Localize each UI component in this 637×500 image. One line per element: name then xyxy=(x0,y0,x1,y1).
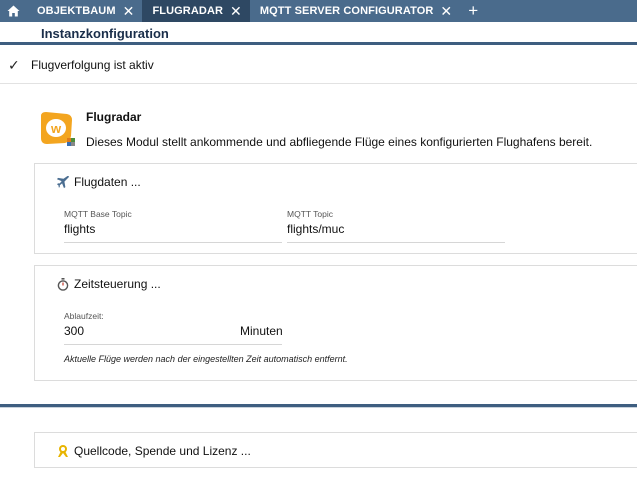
zeitsteuerung-panel: Zeitsteuerung ... Ablaufzeit: 300 Minute… xyxy=(34,265,637,381)
module-description: Dieses Modul stellt ankommende und abfli… xyxy=(86,135,593,149)
ablaufzeit-note: Aktuelle Flüge werden nach der eingestel… xyxy=(64,354,348,364)
add-tab-button[interactable]: + xyxy=(460,0,486,22)
airplane-icon xyxy=(55,175,71,189)
close-icon[interactable]: ✕ xyxy=(440,4,452,18)
tab-label: MQTT SERVER CONFIGURATOR xyxy=(259,5,434,17)
flugdaten-header[interactable]: Flugdaten ... xyxy=(55,175,141,189)
tab-objektbaum[interactable]: OBJEKTBAUM ✕ xyxy=(27,0,142,22)
tab-bar: OBJEKTBAUM ✕ FLUGRADAR ✕ MQTT SERVER CON… xyxy=(0,0,637,22)
status-bar: ✓ Flugverfolgung ist aktiv xyxy=(0,48,637,84)
field-label: Ablaufzeit: xyxy=(64,311,104,321)
ablaufzeit-unit: Minuten xyxy=(240,324,283,338)
status-text: Flugverfolgung ist aktiv xyxy=(31,58,154,72)
section-separator-line xyxy=(0,407,637,408)
module-name: Flugradar xyxy=(86,110,142,124)
flugradar-logo-icon: w xyxy=(37,110,75,148)
zeitsteuerung-title: Zeitsteuerung ... xyxy=(74,277,161,291)
tab-mqtt-server-configurator[interactable]: MQTT SERVER CONFIGURATOR ✕ xyxy=(250,0,460,22)
home-icon xyxy=(7,5,20,17)
zeitsteuerung-header[interactable]: Zeitsteuerung ... xyxy=(55,277,161,291)
flugdaten-panel: Flugdaten ... MQTT Base Topic flights MQ… xyxy=(34,163,637,254)
mqtt-topic-field[interactable]: MQTT Topic flights/muc xyxy=(287,209,505,243)
tab-flugradar[interactable]: FLUGRADAR ✕ xyxy=(142,0,250,22)
svg-text:w: w xyxy=(50,121,62,136)
mqtt-base-topic-field[interactable]: MQTT Base Topic flights xyxy=(64,209,282,243)
flugdaten-title: Flugdaten ... xyxy=(74,175,141,189)
check-icon: ✓ xyxy=(8,57,20,73)
mqtt-base-topic-input[interactable]: flights xyxy=(64,222,282,243)
page-title: Instanzkonfiguration xyxy=(41,26,169,41)
field-label: MQTT Topic xyxy=(287,209,333,219)
home-button[interactable] xyxy=(0,0,27,22)
tab-label: OBJEKTBAUM xyxy=(37,5,116,17)
lizenz-header[interactable]: Quellcode, Spende und Lizenz ... xyxy=(55,444,251,458)
field-label: MQTT Base Topic xyxy=(64,209,132,219)
lizenz-title: Quellcode, Spende und Lizenz ... xyxy=(74,444,251,458)
mqtt-topic-input[interactable]: flights/muc xyxy=(287,222,505,243)
tab-label: FLUGRADAR xyxy=(152,5,224,17)
close-icon[interactable]: ✕ xyxy=(230,4,242,18)
plus-icon: + xyxy=(468,1,479,20)
ribbon-icon xyxy=(55,444,71,458)
close-icon[interactable]: ✕ xyxy=(123,4,135,18)
lizenz-panel: Quellcode, Spende und Lizenz ... xyxy=(34,432,637,468)
page-header: Instanzkonfiguration xyxy=(0,22,637,45)
stopwatch-icon xyxy=(55,277,71,291)
